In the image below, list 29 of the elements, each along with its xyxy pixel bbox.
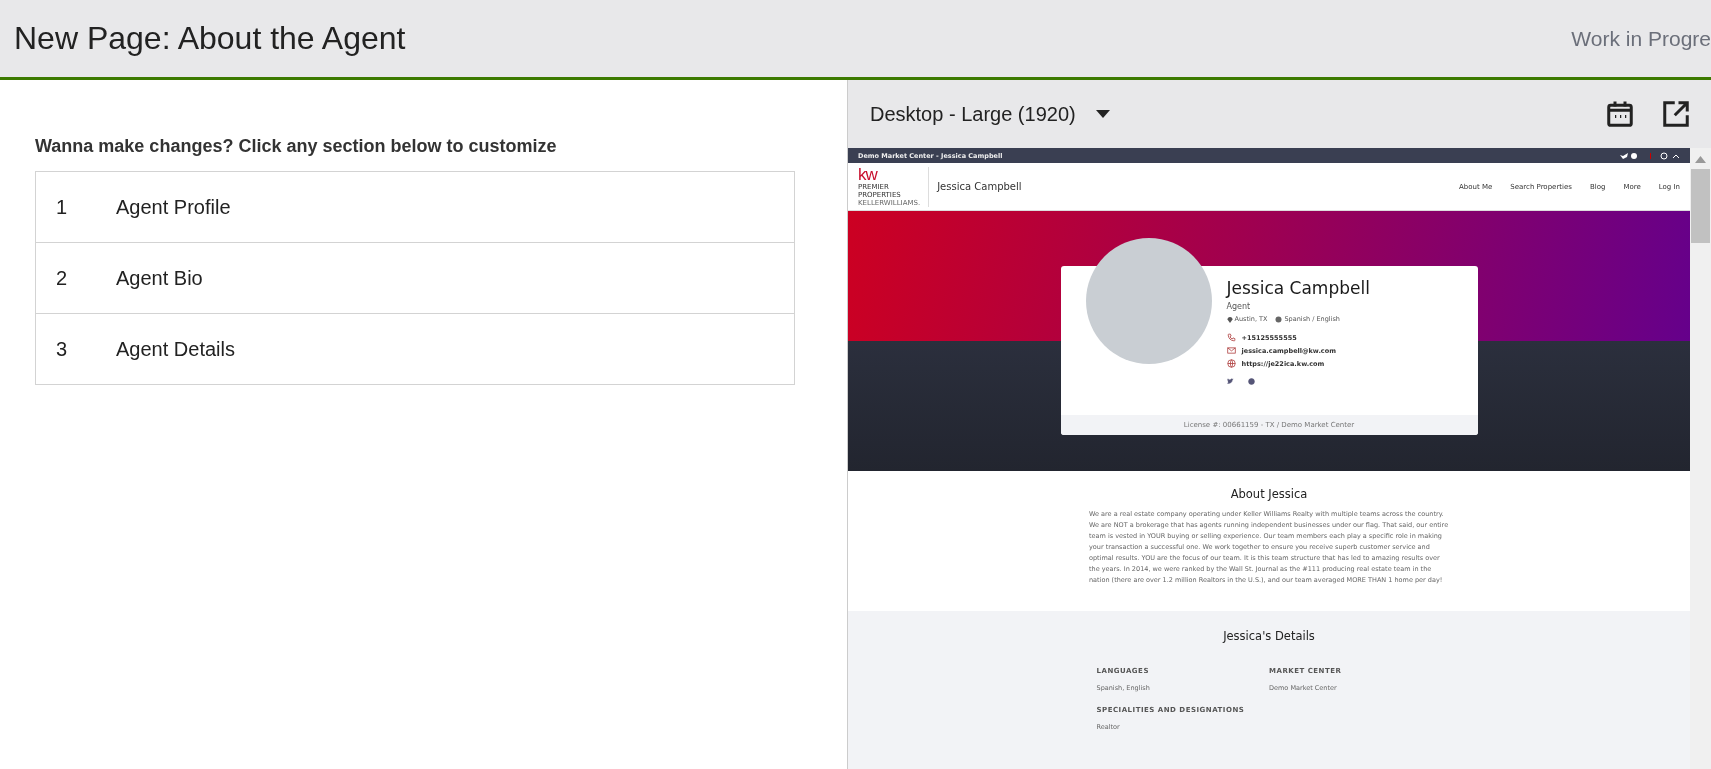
details-title: Jessica's Details — [1223, 629, 1315, 643]
about-title: About Jessica — [1230, 487, 1308, 501]
section-number: 3 — [55, 337, 69, 361]
agent-role: Agent — [1226, 302, 1252, 311]
logo-mark: kw — [858, 166, 879, 183]
section-label: Agent Details — [116, 337, 235, 361]
agent-name: Jessica Campbell — [1226, 278, 1371, 298]
twitter-icon[interactable] — [1226, 378, 1234, 385]
location-pin-icon — [1226, 315, 1233, 323]
section-number: 1 — [55, 195, 69, 219]
section-item[interactable]: 1 Agent Profile — [36, 172, 794, 242]
section-item[interactable]: 3 Agent Details — [36, 313, 794, 384]
page-title: New Page: About the Agent — [14, 20, 406, 57]
status-label: Work in Progre — [1571, 26, 1711, 51]
mail-icon — [1226, 346, 1236, 355]
section-item[interactable]: 2 Agent Bio — [36, 242, 794, 313]
caret-icon — [1095, 110, 1110, 118]
scrollbar[interactable] — [1690, 148, 1711, 769]
site-brand-name: Jessica Campbell — [937, 181, 1022, 192]
external-link-icon[interactable] — [1661, 99, 1691, 129]
section-label: Agent Profile — [116, 195, 231, 219]
scrollbar-thumb[interactable] — [1691, 169, 1710, 243]
section-number: 2 — [55, 266, 69, 290]
instructions: Wanna make changes? Click any section below to customize — [35, 136, 558, 157]
social-icons-drawing — [1620, 151, 1682, 160]
phone-icon — [1226, 333, 1236, 342]
device-dropdown[interactable]: Desktop - Large (1920) — [870, 102, 1110, 126]
section-label: Agent Bio — [116, 266, 203, 290]
calendar-icon[interactable] — [1605, 99, 1635, 129]
